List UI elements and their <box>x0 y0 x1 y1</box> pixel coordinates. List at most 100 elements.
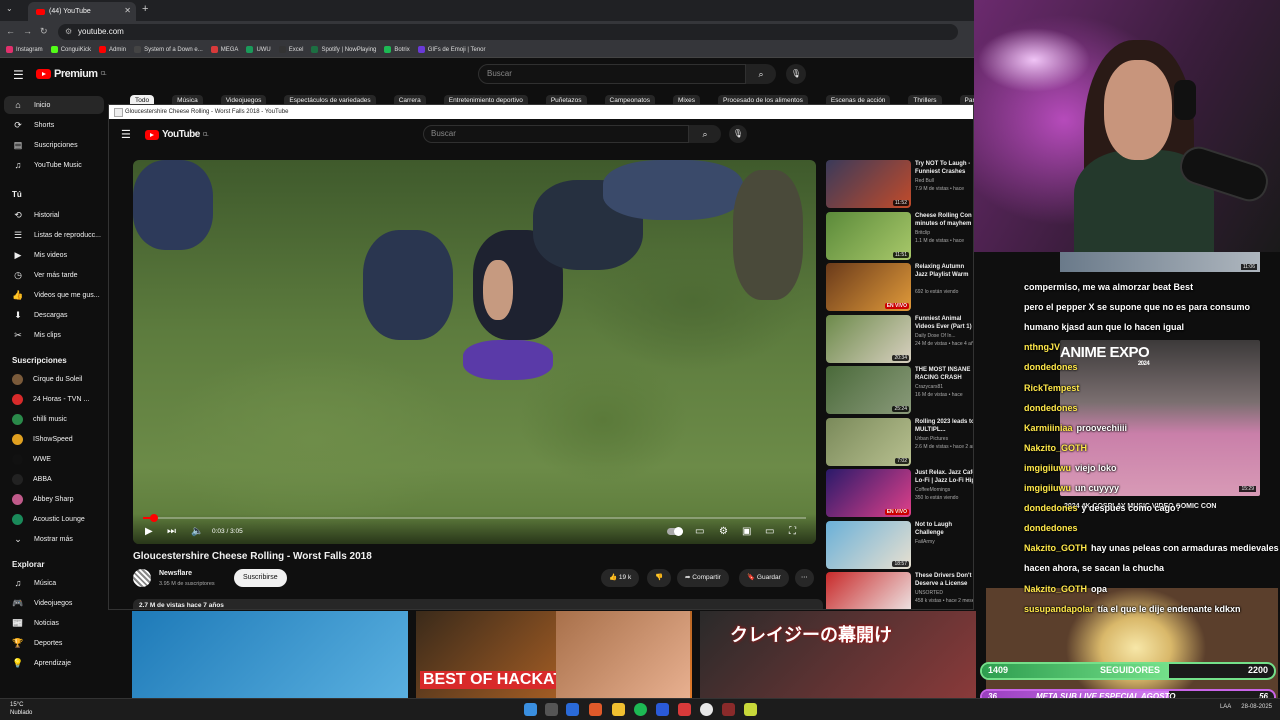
sidebar-item[interactable]: ☰ Listas de reproducc... <box>0 226 106 244</box>
chat-username[interactable]: Karmiiiniaa <box>1024 423 1073 433</box>
app-icon[interactable] <box>744 703 757 716</box>
tab-list-chevron-icon[interactable]: ⌄ <box>6 4 13 13</box>
chrome-icon[interactable] <box>700 703 713 716</box>
description-box[interactable]: 2.7 M de vistas hace 7 años <box>133 599 823 609</box>
app-icon[interactable] <box>722 703 735 716</box>
video-thumbnail[interactable]: EN VIVO <box>826 469 911 517</box>
mic-icon[interactable]: 🎙 <box>729 125 747 143</box>
rec-channel[interactable]: Daily Dose Of In... <box>915 333 973 339</box>
rec-channel[interactable]: UNSORTED <box>915 590 973 596</box>
chat-username[interactable]: dondedones <box>1024 362 1078 372</box>
theater-icon[interactable]: ▭ <box>765 526 774 537</box>
rec-title[interactable]: Rolling 2023 leads to MULTIPL... <box>915 418 973 434</box>
recommended-video[interactable]: 20:34 Funniest Animal Videos Ever (Part 1… <box>826 314 973 363</box>
bookmark-item[interactable]: Botrix <box>384 46 410 53</box>
bottom-video-thumbnail[interactable] <box>132 611 408 698</box>
bookmark-item[interactable]: Instagram <box>6 46 43 53</box>
subtitles-icon[interactable]: ▭ <box>695 526 704 537</box>
recommended-video[interactable]: 11:52 Try NOT To Laugh - Funniest Crashes… <box>826 160 973 208</box>
firefox-icon[interactable] <box>589 703 602 716</box>
video-thumbnail[interactable]: 28:06 <box>826 572 911 609</box>
chat-username[interactable]: imgigiiuwu <box>1024 483 1071 493</box>
search-input[interactable]: Buscar <box>423 125 689 143</box>
progress-bar[interactable] <box>143 514 806 522</box>
search-icon[interactable]: ⌕ <box>689 125 721 143</box>
bookmark-item[interactable]: UWU <box>246 46 271 53</box>
volume-icon[interactable]: 🔈 <box>191 526 203 537</box>
rec-title[interactable]: Just Relax. Jazz Cafe Lo-Fi | Jazz Lo-Fi… <box>915 469 973 485</box>
rec-title[interactable]: Not to Laugh Challenge <box>915 521 973 537</box>
close-tab-icon[interactable]: ✕ <box>124 6 131 15</box>
rec-channel[interactable]: CoffeeMornings <box>915 487 973 493</box>
video-player[interactable]: ▶ ⏭ 🔈 0:03 / 3:05 ▭ ⚙ ▣ ▭ ⛶ <box>133 160 816 544</box>
video-thumbnail[interactable]: 11:51 <box>826 211 911 260</box>
sidebar-item[interactable]: ✂ Mis clips <box>0 326 106 344</box>
more-actions-button[interactable]: ⋯ <box>795 569 814 587</box>
miniplayer-icon[interactable]: ▣ <box>742 526 751 537</box>
task-view-icon[interactable] <box>545 703 558 716</box>
edge-icon[interactable] <box>566 703 579 716</box>
browser-tab[interactable]: (44) YouTube ✕ <box>28 2 136 21</box>
share-button[interactable]: ➦ Compartir <box>677 569 729 587</box>
menu-icon[interactable]: ☰ <box>13 68 24 82</box>
sidebar-subscription[interactable]: ⌄ Mostrar más <box>0 530 106 548</box>
settings-icon[interactable]: ⚙ <box>719 526 728 537</box>
sidebar-item[interactable]: ▶ Mis videos <box>0 246 106 264</box>
chat-username[interactable]: susupandapolar <box>1024 604 1094 614</box>
subscribe-button[interactable]: Suscribirse <box>234 569 287 587</box>
sidebar-item[interactable]: 👍 Videos que me gus... <box>0 286 106 304</box>
nav-buttons[interactable]: ←→↻ <box>6 26 56 37</box>
video-thumbnail[interactable]: 7:02 <box>826 417 911 466</box>
sidebar-item[interactable]: ♫ YouTube Music <box>0 156 106 174</box>
recommended-video[interactable]: EN VIVO Relaxing Autumn Jazz Playlist War… <box>826 263 973 311</box>
rec-title[interactable]: THE MOST INSANE RACING CRASH COMPILATION <box>915 366 973 382</box>
bookmark-item[interactable]: Spotify | NowPlaying <box>311 46 376 53</box>
rec-title[interactable]: Relaxing Autumn Jazz Playlist Warm Outdo… <box>915 263 973 279</box>
bookmark-item[interactable]: Excel <box>278 46 303 53</box>
chat-username[interactable]: RickTempest <box>1024 383 1079 393</box>
sidebar-item[interactable]: 🎮 Videojuegos <box>0 594 106 612</box>
sidebar-item[interactable]: ⟳ Shorts <box>0 116 106 134</box>
rec-channel[interactable]: Britclip <box>915 230 973 236</box>
recommended-video[interactable]: 18:57 Not to Laugh Challenge FailArmy <box>826 520 973 569</box>
recommended-video[interactable]: 28:06These Drivers Don't Deserve a Licen… <box>826 572 973 609</box>
video-thumbnail[interactable]: 20:34 <box>826 314 911 363</box>
rec-title[interactable]: These Drivers Don't Deserve a License <box>915 572 973 588</box>
sidebar-item[interactable]: 💡 Aprendizaje <box>0 654 106 672</box>
rec-title[interactable]: Cheese Rolling Con minutes of mayhem <box>915 212 973 228</box>
sidebar-subscription[interactable]: 24 Horas - TVN ... <box>0 390 106 408</box>
new-tab-icon[interactable]: + <box>142 3 148 15</box>
bottom-video-thumbnail[interactable]: クレイジーの幕開け <box>700 611 976 698</box>
rec-channel[interactable]: Crazycars81 <box>915 384 973 390</box>
url-field[interactable]: ⚙ youtube.com <box>58 24 958 40</box>
youtube-premium-logo[interactable]: Premium CL <box>36 68 107 80</box>
site-info-icon[interactable]: ⚙ <box>65 24 72 40</box>
sidebar-section-subscriptions[interactable]: Suscripciones <box>12 356 67 365</box>
sidebar-subscription[interactable]: IShowSpeed <box>0 430 106 448</box>
bookmark-item[interactable]: ConguiKick <box>50 46 91 53</box>
video-thumbnail[interactable]: EN VIVO <box>826 263 911 311</box>
sidebar-item[interactable]: ▤ Suscripciones <box>0 136 106 154</box>
chat-username[interactable]: Nakzito_GOTH <box>1024 443 1087 453</box>
chat-username[interactable]: Nakzito_GOTH <box>1024 584 1087 594</box>
sidebar-item[interactable]: 🏆 Deportes <box>0 634 106 652</box>
menu-icon[interactable]: ☰ <box>121 128 131 141</box>
play-icon[interactable]: ▶ <box>145 526 153 537</box>
video-thumbnail[interactable]: 11:52 <box>826 160 911 208</box>
sidebar-item[interactable]: ♫ Música <box>0 574 106 592</box>
next-icon[interactable]: ⏭ <box>167 526 176 537</box>
youtube-logo[interactable]: YouTube CL <box>145 129 209 140</box>
rec-channel[interactable]: Urban Pictures <box>915 436 973 442</box>
sidebar-item[interactable]: ⟲ Historial <box>0 206 106 224</box>
rec-title[interactable]: Try NOT To Laugh - Funniest Crashes <box>915 160 973 176</box>
sidebar-subscription[interactable]: WWE <box>0 450 106 468</box>
bookmark-item[interactable]: Admin <box>99 46 126 53</box>
system-tray[interactable]: LAA 28-08-2025 <box>1220 704 1272 710</box>
bookmark-item[interactable]: GIFs de Emoji | Tenor <box>417 46 486 53</box>
sidebar-item[interactable]: 📰 Noticias <box>0 614 106 632</box>
app-icon[interactable] <box>678 703 691 716</box>
spotify-icon[interactable] <box>634 703 647 716</box>
dislike-button[interactable]: 👎 <box>647 569 672 587</box>
recommended-video[interactable]: 25:24 THE MOST INSANE RACING CRASH COMPIL… <box>826 366 973 414</box>
folder-icon[interactable] <box>612 703 625 716</box>
